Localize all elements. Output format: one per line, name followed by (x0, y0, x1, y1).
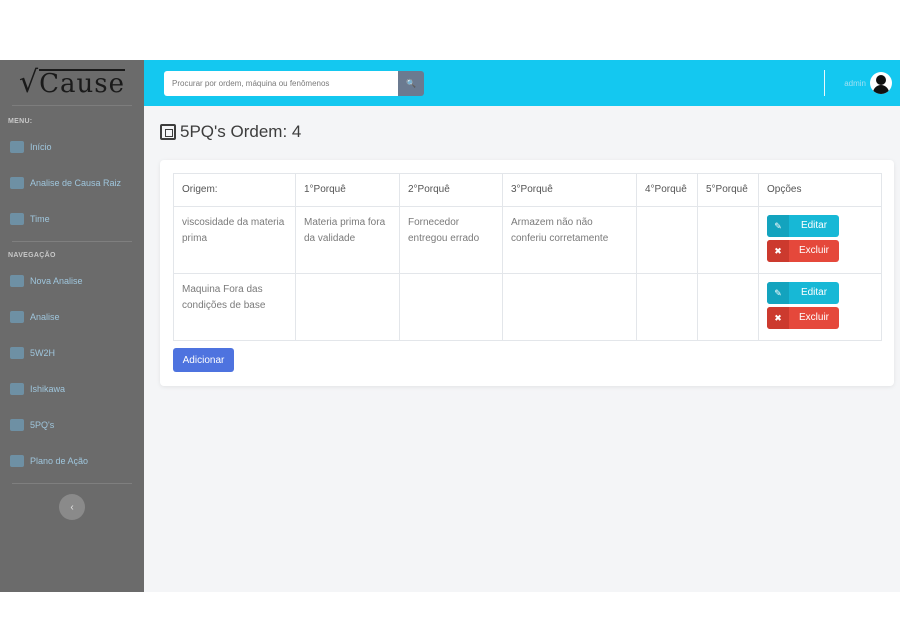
delete-label: Excluir (798, 312, 829, 323)
sidebar-item-label: Ishikawa (30, 384, 66, 394)
file-icon (10, 311, 24, 323)
delete-label: Excluir (798, 245, 829, 256)
sidebar-item-label: Plano de Ação (30, 456, 89, 466)
sidebar-item-label: Início (30, 142, 52, 152)
edit-label: Editar (800, 220, 828, 231)
sidebar-item-analise[interactable]: Analise (0, 299, 144, 335)
topbar: Procurar por ordem, máquina ou fenômenos… (144, 60, 900, 106)
cell-p1 (295, 273, 400, 341)
sidebar: √ Cause MENU: Início Analise de Causa Ra… (0, 60, 144, 592)
search-icon: 🔍 (406, 78, 416, 88)
user-name: admin (844, 78, 866, 88)
header-p5: 5°Porquê (697, 173, 759, 207)
sidebar-divider (12, 241, 132, 242)
cell-p5 (697, 273, 759, 341)
user-gear-icon (10, 455, 24, 467)
edit-label: Editar (800, 287, 828, 298)
file-plus-icon (10, 275, 24, 287)
sidebar-item-plano-de-acao[interactable]: Plano de Ação (0, 443, 144, 479)
edit-icon: ✎ (767, 282, 789, 304)
cell-opcoes: ✎ Editar ✖ Excluir (758, 206, 882, 274)
fishbone-icon (10, 383, 24, 395)
app-window: √ Cause MENU: Início Analise de Causa Ra… (0, 60, 900, 592)
sidebar-divider (12, 483, 132, 484)
sidebar-item-5w2h[interactable]: 5W2H (0, 335, 144, 371)
user-menu[interactable]: admin (844, 72, 892, 94)
table-header-row: Origem: 1°Porquê 2°Porquê 3°Porquê 4°Por… (173, 173, 882, 207)
sidebar-item-label: 5W2H (30, 348, 56, 358)
sidebar-item-label: Analise de Causa Raiz (30, 178, 122, 188)
sitemap-icon (10, 419, 24, 431)
cell-p4 (636, 273, 698, 341)
delete-button[interactable]: ✖ Excluir (767, 307, 839, 329)
page-title-text: 5PQ's Ordem: 4 (180, 122, 302, 141)
header-origem: Origem: (173, 173, 296, 207)
sidebar-item-nova-analise[interactable]: Nova Analise (0, 263, 144, 299)
edit-button[interactable]: ✎ Editar (767, 215, 839, 237)
nav-heading: NAVEGAÇÃO (8, 252, 56, 259)
cell-p2: Fornecedor entregou errado (399, 206, 503, 274)
main-content: Procurar por ordem, máquina ou fenômenos… (144, 60, 900, 592)
close-icon: ✖ (767, 307, 789, 329)
sidebar-item-analise-causa-raiz[interactable]: Analise de Causa Raiz (0, 165, 144, 201)
logo-word: Cause (39, 68, 125, 99)
header-p4: 4°Porquê (636, 173, 698, 207)
file-icon (10, 347, 24, 359)
cell-origem: Maquina Fora das condições de base (173, 273, 296, 341)
table-card: Origem: 1°Porquê 2°Porquê 3°Porquê 4°Por… (160, 160, 894, 386)
edit-icon: ✎ (767, 215, 789, 237)
edit-button[interactable]: ✎ Editar (767, 282, 839, 304)
sidebar-item-5pqs[interactable]: 5PQ's (0, 407, 144, 443)
chevron-left-icon: ‹ (70, 501, 74, 513)
close-icon: ✖ (767, 240, 789, 262)
logo[interactable]: √ Cause (12, 60, 132, 106)
sidebar-item-inicio[interactable]: Início (0, 129, 144, 165)
topbar-divider (824, 70, 825, 96)
sidebar-item-ishikawa[interactable]: Ishikawa (0, 371, 144, 407)
cell-p1: Materia prima fora da validade (295, 206, 400, 274)
sidebar-item-label: Time (30, 214, 50, 224)
sitemap-icon (160, 124, 176, 140)
cell-opcoes: ✎ Editar ✖ Excluir (758, 273, 882, 341)
file-icon (10, 177, 24, 189)
sidebar-item-label: Nova Analise (30, 276, 83, 286)
add-button[interactable]: Adicionar (173, 348, 234, 372)
cell-origem: viscosidade da materia prima (173, 206, 296, 274)
table-row: Maquina Fora das condições de base ✎ Edit… (173, 273, 882, 341)
header-p2: 2°Porquê (399, 173, 503, 207)
header-opcoes: Opções (758, 173, 882, 207)
header-p3: 3°Porquê (502, 173, 637, 207)
sidebar-item-label: 5PQ's (30, 420, 55, 430)
delete-button[interactable]: ✖ Excluir (767, 240, 839, 262)
pq-table: Origem: 1°Porquê 2°Porquê 3°Porquê 4°Por… (173, 173, 882, 341)
search-input[interactable]: Procurar por ordem, máquina ou fenômenos (164, 70, 398, 96)
sidebar-item-time[interactable]: Time (0, 201, 144, 237)
page-title: 5PQ's Ordem: 4 (160, 122, 301, 142)
sidebar-toggle-button[interactable]: ‹ (59, 494, 85, 520)
cell-p2 (399, 273, 503, 341)
avatar (870, 72, 892, 94)
cell-p3 (502, 273, 637, 341)
search-button[interactable]: 🔍 (398, 70, 424, 96)
header-p1: 1°Porquê (295, 173, 400, 207)
cell-p5 (697, 206, 759, 274)
home-icon (10, 141, 24, 153)
logo-sqrt: √ (19, 65, 39, 100)
cell-p4 (636, 206, 698, 274)
menu-heading: MENU: (8, 118, 33, 125)
sidebar-item-label: Analise (30, 312, 60, 322)
cell-p3: Armazem não não conferiu corretamente (502, 206, 637, 274)
table-row: viscosidade da materia prima Materia pri… (173, 206, 882, 274)
users-icon (10, 213, 24, 225)
